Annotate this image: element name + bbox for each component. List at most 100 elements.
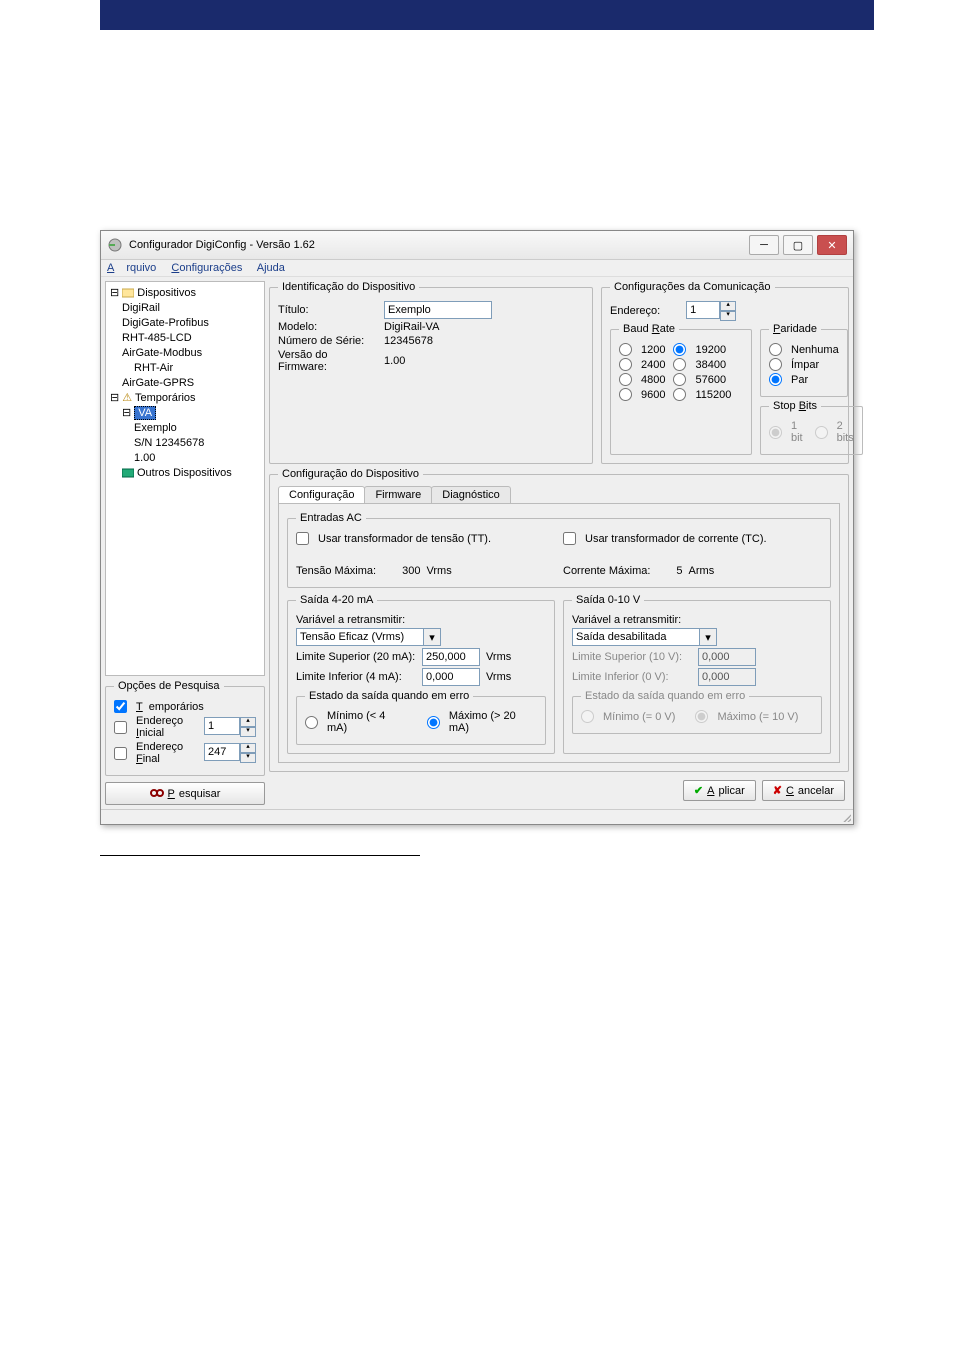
ident-legend: Identificação do Dispositivo xyxy=(278,281,419,293)
baud-19200[interactable] xyxy=(673,343,686,356)
tree-other[interactable]: Outros Dispositivos xyxy=(137,467,232,479)
baud-57600[interactable] xyxy=(673,373,686,386)
tree-item[interactable]: DigiGate-Profibus xyxy=(110,316,260,331)
spin-up-icon[interactable]: ▴ xyxy=(240,743,256,753)
o420-select[interactable] xyxy=(296,628,424,646)
model-value: DigiRail-VA xyxy=(384,321,439,333)
liminf010-input xyxy=(698,668,756,686)
err420-legend: Estado da saída quando em erro xyxy=(305,690,473,702)
cmax-label: Corrente Máxima: xyxy=(563,565,650,577)
limsup420-input[interactable] xyxy=(422,648,480,666)
o010-select[interactable] xyxy=(572,628,700,646)
err010-legend: Estado da saída quando em erro xyxy=(581,690,749,702)
tree-item[interactable]: AirGate-Modbus xyxy=(110,346,260,361)
chk-temp[interactable] xyxy=(114,700,127,713)
fw-value: 1.00 xyxy=(384,355,405,367)
tree-sn: S/N 12345678 xyxy=(110,436,260,451)
sn-value: 12345678 xyxy=(384,335,433,347)
apply-button[interactable]: ✔ Aplicar xyxy=(683,780,756,801)
title-input[interactable] xyxy=(384,301,492,319)
maximize-button[interactable]: ▢ xyxy=(783,235,813,255)
tab-diag[interactable]: Diagnóstico xyxy=(431,486,510,503)
cmax-value: 5 xyxy=(676,565,682,577)
ini-label: Endereço Inicial xyxy=(136,715,198,739)
ac-legend: Entradas AC xyxy=(296,512,366,524)
addr-label: Endereço: xyxy=(610,305,660,317)
chevron-down-icon[interactable]: ▾ xyxy=(424,628,441,646)
tree-temp[interactable]: Temporários xyxy=(135,392,196,404)
binoculars-icon xyxy=(150,786,164,801)
err010-max xyxy=(695,710,708,723)
fin-label: Endereço Final xyxy=(136,741,198,765)
title-label: Título: xyxy=(278,304,378,316)
limsup420-label: Limite Superior (20 mA): xyxy=(296,651,416,663)
close-button[interactable]: ✕ xyxy=(817,235,847,255)
window-title: Configurador DigiConfig - Versão 1.62 xyxy=(129,239,315,251)
tree-item[interactable]: RHT-485-LCD xyxy=(110,331,260,346)
search-button[interactable]: Pesquisar xyxy=(105,782,265,805)
menu-config[interactable]: Configurações xyxy=(171,262,242,274)
spin-up-icon[interactable]: ▴ xyxy=(240,717,256,727)
spin-down-icon[interactable]: ▾ xyxy=(720,311,736,321)
err420-max[interactable] xyxy=(427,716,440,729)
app-icon xyxy=(107,237,123,253)
tree-example[interactable]: Exemplo xyxy=(110,421,260,436)
menu-file[interactable]: AArquivorquivo xyxy=(107,262,156,274)
spin-down-icon[interactable]: ▾ xyxy=(240,753,256,763)
chk-fin[interactable] xyxy=(114,747,127,760)
o010-legend: Saída 0-10 V xyxy=(572,594,644,606)
chk-tc[interactable] xyxy=(563,532,576,545)
liminf420-label: Limite Inferior (4 mA): xyxy=(296,671,416,683)
limsup010-label: Limite Superior (10 V): xyxy=(572,651,692,663)
stop-2 xyxy=(815,426,828,439)
search-legend: Opções de Pesquisa xyxy=(114,680,224,692)
check-icon: ✔ xyxy=(694,784,703,797)
chk-tt[interactable] xyxy=(296,532,309,545)
addr-input[interactable] xyxy=(686,301,720,319)
tc-label: Usar transformador de corrente (TC). xyxy=(585,533,767,545)
baud-9600[interactable] xyxy=(619,388,632,401)
chk-ini[interactable] xyxy=(114,721,127,734)
liminf420-input[interactable] xyxy=(422,668,480,686)
tab-firmware[interactable]: Firmware xyxy=(364,486,432,503)
limsup010-input xyxy=(698,648,756,666)
err010-min xyxy=(581,710,594,723)
menu-help[interactable]: Ajuda xyxy=(257,262,285,274)
chevron-down-icon[interactable]: ▾ xyxy=(700,628,717,646)
resize-grip-icon[interactable] xyxy=(841,812,851,822)
tree-ver: 1.00 xyxy=(110,451,260,466)
baud-115200[interactable] xyxy=(673,388,686,401)
tree-selected[interactable]: VA xyxy=(134,406,156,420)
parity-even[interactable] xyxy=(769,373,782,386)
fin-value[interactable] xyxy=(204,743,240,761)
tree-item[interactable]: RHT-Air xyxy=(110,361,260,376)
baud-legend: Baud Rate xyxy=(619,323,679,335)
sn-label: Número de Série: xyxy=(278,335,378,347)
tree-root[interactable]: Dispositivos xyxy=(137,287,196,299)
spin-up-icon[interactable]: ▴ xyxy=(720,301,736,311)
baud-38400[interactable] xyxy=(673,358,686,371)
tt-label: Usar transformador de tensão (TT). xyxy=(318,533,491,545)
liminf010-label: Limite Inferior (0 V): xyxy=(572,671,692,683)
o420-legend: Saída 4-20 mA xyxy=(296,594,377,606)
baud-1200[interactable] xyxy=(619,343,632,356)
device-tree[interactable]: ⊟ Dispositivos DigiRail DigiGate-Profibu… xyxy=(105,281,265,676)
comm-legend: Configurações da Comunicação xyxy=(610,281,775,293)
tree-item[interactable]: DigiRail xyxy=(110,301,260,316)
ini-value[interactable] xyxy=(204,717,240,735)
baud-2400[interactable] xyxy=(619,358,632,371)
parity-none[interactable] xyxy=(769,343,782,356)
vmax-value: 300 xyxy=(402,565,420,577)
tree-item[interactable]: AirGate-GPRS xyxy=(110,376,260,391)
cancel-button[interactable]: ✘ Cancelar xyxy=(762,780,845,801)
parity-odd[interactable] xyxy=(769,358,782,371)
err420-min[interactable] xyxy=(305,716,318,729)
vmax-label: Tensão Máxima: xyxy=(296,565,376,577)
parity-legend: Paridade xyxy=(769,323,821,335)
spin-down-icon[interactable]: ▾ xyxy=(240,727,256,737)
tab-config[interactable]: Configuração xyxy=(278,486,365,503)
baud-4800[interactable] xyxy=(619,373,632,386)
stop-1 xyxy=(769,426,782,439)
minimize-button[interactable]: ─ xyxy=(749,235,779,255)
x-icon: ✘ xyxy=(773,784,782,797)
